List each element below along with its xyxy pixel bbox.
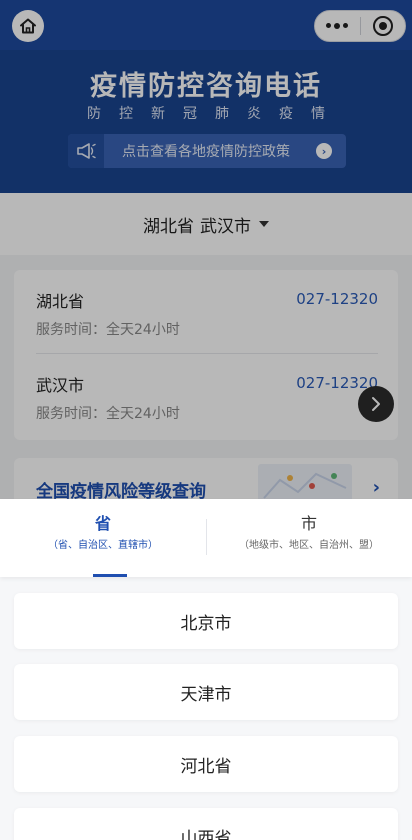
province-option[interactable]: 河北省 [14, 736, 398, 792]
tab-city[interactable]: 市 （地级市、地区、自治州、盟） [206, 499, 412, 577]
picker-tab-bar: 省 （省、自治区、直辖市） 市 （地级市、地区、自治州、盟） [0, 499, 412, 577]
province-option[interactable]: 北京市 [14, 593, 398, 649]
tab-province-label: 省 [94, 514, 111, 533]
tab-city-label: 市 [300, 514, 317, 533]
region-picker-sheet: 省 （省、自治区、直辖市） 市 （地级市、地区、自治州、盟） 北京市 天津市 河… [0, 499, 412, 840]
active-tab-indicator [93, 574, 127, 577]
province-option[interactable]: 天津市 [14, 664, 398, 720]
tab-province-hint: （省、自治区、直辖市） [48, 540, 158, 551]
tab-province[interactable]: 省 （省、自治区、直辖市） [0, 499, 206, 577]
province-option[interactable]: 山西省 [14, 808, 398, 840]
tab-city-hint: （地级市、地区、自治州、盟） [239, 540, 379, 551]
